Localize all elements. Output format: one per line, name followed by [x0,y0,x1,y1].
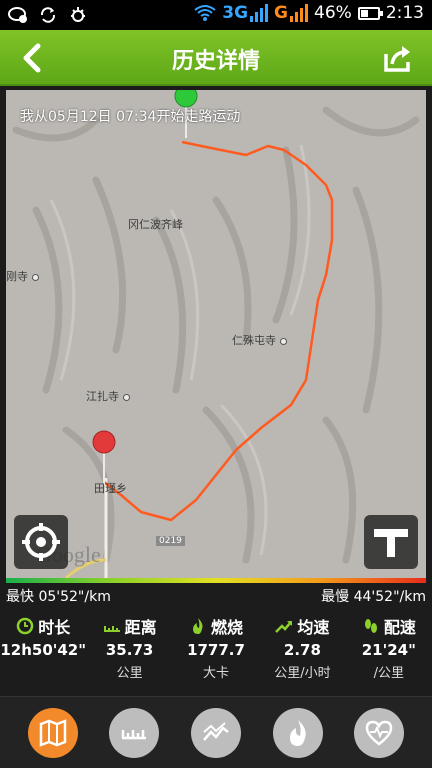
stat-duration: 时长 12h50'42" [0,614,86,694]
terrain-background [6,90,426,578]
start-info-text: 我从05月12日 07:34开始走路运动 [20,109,241,125]
stat-header: 均速 [259,614,345,638]
stat-unit: 公里/小时 [274,666,331,681]
notification-icons [8,5,88,25]
nav-heart-button[interactable] [354,707,405,758]
road-number-tag: 0219 [156,536,185,546]
clock-icon [16,617,34,635]
stat-pace: 配速 21'24" /公里 [346,614,432,694]
header-bar: 历史详情 [0,30,432,86]
poi-dot-icon [32,273,39,281]
poi-name: 冈仁波齐峰 [128,218,183,231]
stat-value: 12h50'42" [0,641,87,659]
stat-value: 2.78 [283,641,321,659]
poi-name: 田瑾乡 [94,482,127,495]
nav-map-button[interactable] [27,707,78,758]
poi-dot-icon [123,393,130,401]
stats-row: 时长 12h50'42" 距离 35.73 公里 燃烧 1777.7 大卡 均速… [0,614,432,694]
ruler-icon [103,626,120,632]
poi-name: 刚寺 [6,270,28,283]
stat-calories: 燃烧 1777.7 大卡 [173,614,259,694]
fastest-pace: 最快 05'52"/km [6,589,111,605]
stat-label: 时长 [38,618,71,637]
network-g-indicator: G [274,3,309,23]
ruler-icon [122,729,147,739]
stat-unit: /公里 [373,666,405,681]
map-layer-icon [374,529,408,557]
locate-button[interactable] [14,515,68,569]
status-bar: 3G G 46% 2:13 [0,0,432,30]
end-pin-icon[interactable] [92,430,116,454]
stat-distance: 距离 35.73 公里 [86,614,172,694]
nav-calories-button[interactable] [272,707,323,758]
poi-name: 仁殊屯寺 [232,334,276,347]
stat-unit: 公里 [116,666,143,681]
stat-label: 配速 [383,618,416,637]
route-map[interactable]: 我从05月12日 07:34开始走路运动 冈仁波齐峰 刚寺 仁殊屯寺 江扎寺 田… [6,90,426,578]
poi-label: 刚寺 [6,268,39,284]
share-button[interactable] [382,42,414,74]
sync-icon [40,7,56,23]
poi-label: 冈仁波齐峰 [128,216,183,232]
network-g-label: G [274,3,289,23]
network-3g-label: 3G [222,3,249,23]
poi-label: 江扎寺 [86,388,130,404]
stat-header: 时长 [0,614,86,638]
weather-icon [71,7,85,22]
start-pin-icon[interactable] [174,90,198,108]
network-3g-indicator: 3G [222,3,269,23]
poi-dot-icon [280,337,287,345]
chart-icon [203,721,229,741]
stat-unit: 大卡 [203,666,230,681]
battery-icon [357,6,383,20]
stat-header: 配速 [346,614,432,638]
signal-g-icon [290,4,309,22]
stat-value: 21'24" [361,641,416,659]
battery-percent: 46% [314,3,352,23]
stat-label: 燃烧 [211,618,244,637]
crosshair-icon [22,523,60,561]
map-layer-button[interactable] [364,515,418,569]
heart-icon [365,720,393,746]
poi-label: 仁殊屯寺 [232,332,287,348]
chat-icon [8,7,27,23]
slowest-pace: 最慢 44'52"/km [321,589,426,605]
speed-labels: 最快 05'52"/km 最慢 44'52"/km [6,586,426,606]
poi-name: 江扎寺 [86,390,119,403]
bottom-navigation [0,696,432,768]
stat-header: 距离 [86,614,172,638]
page-title: 历史详情 [171,49,260,74]
signal-3g-icon [250,4,269,22]
system-indicators: 3G G 46% 2:13 [194,3,424,23]
map-icon [39,718,67,747]
poi-label: 田瑾乡 [94,480,127,496]
stat-label: 均速 [297,618,330,637]
stat-value: 1777.7 [187,641,245,659]
wifi-icon [194,5,216,21]
flame-icon [289,719,306,746]
footprints-icon [364,619,377,633]
nav-chart-button[interactable] [190,707,241,758]
speed-gradient-bar [6,578,426,583]
battery-fill [360,9,368,17]
trend-up-icon [275,621,293,633]
stat-label: 距离 [124,618,157,637]
clock: 2:13 [385,3,424,23]
stat-value: 35.73 [105,641,154,659]
nav-distance-button[interactable] [109,707,160,758]
flame-icon [193,618,203,634]
stat-avg-speed: 均速 2.78 公里/小时 [259,614,345,694]
stat-header: 燃烧 [173,614,259,638]
